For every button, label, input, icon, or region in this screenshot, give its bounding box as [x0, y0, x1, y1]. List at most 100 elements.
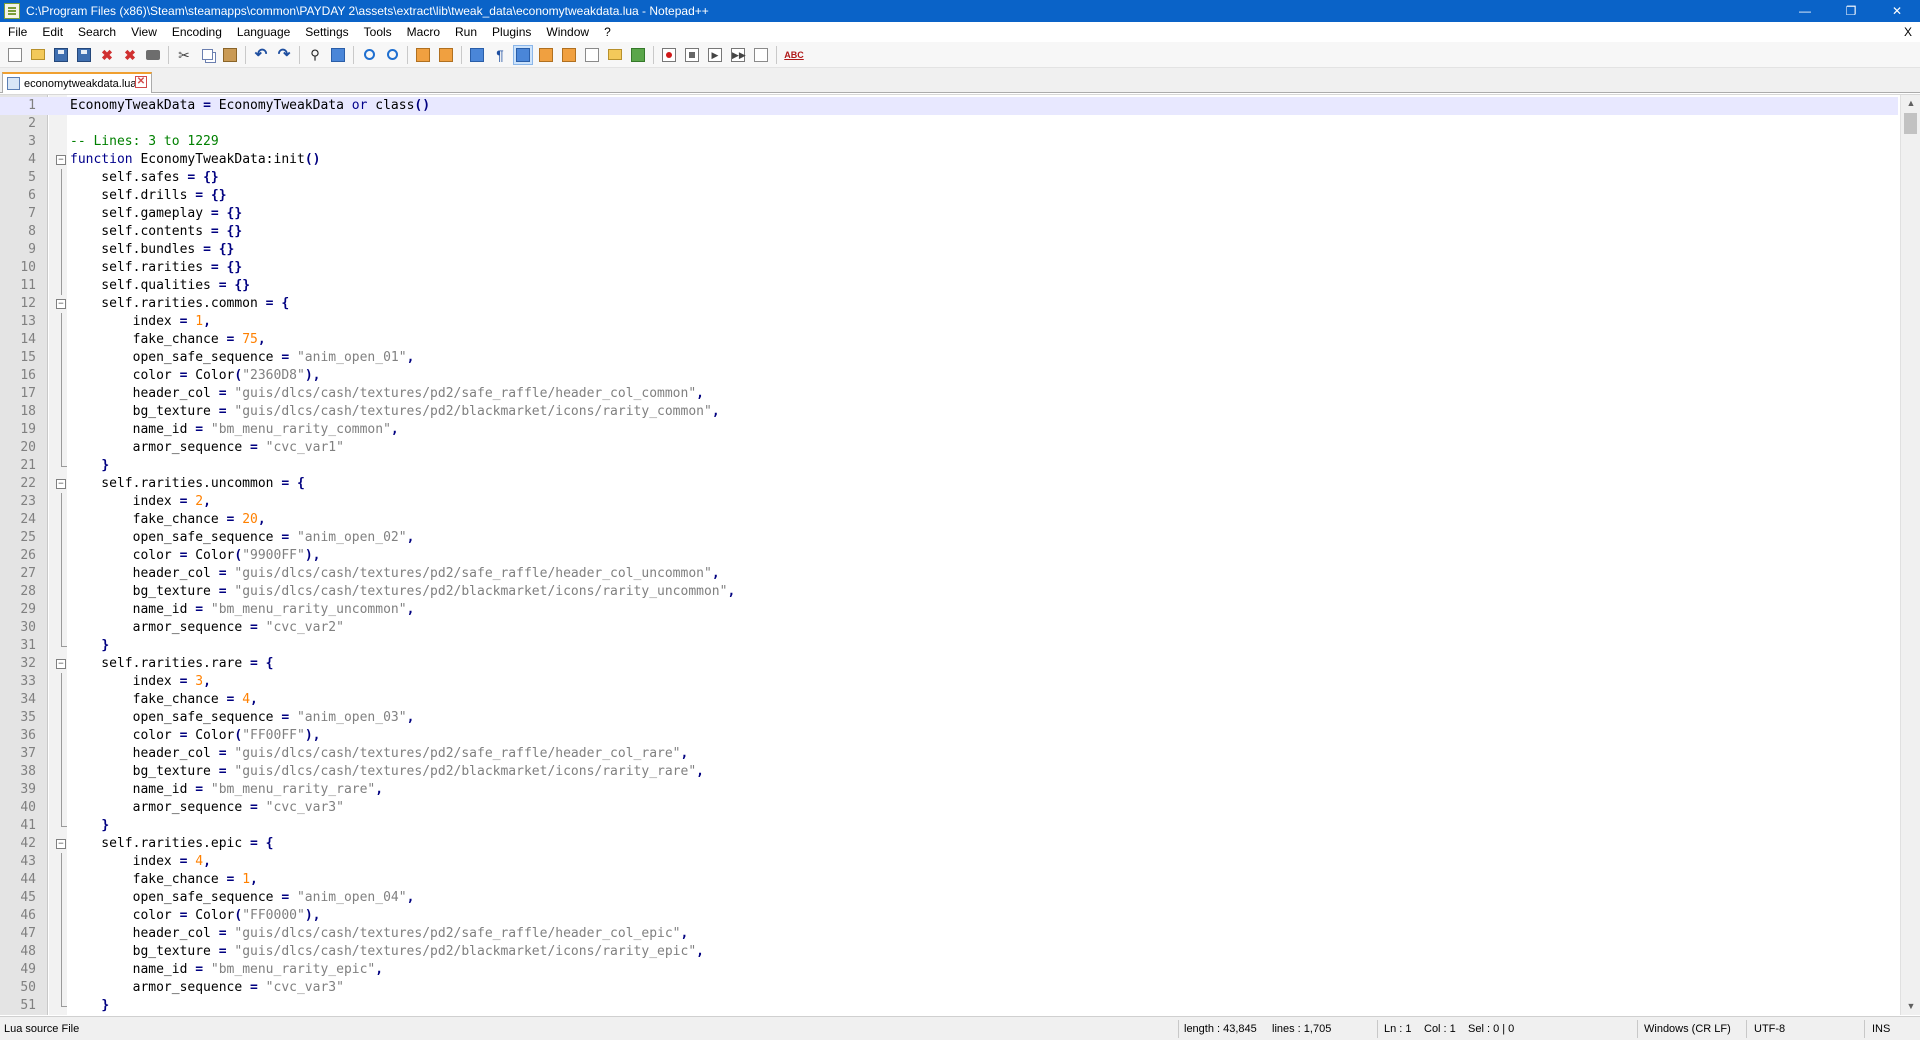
redo-button[interactable]: ↷ — [274, 45, 294, 65]
fold-toggle-icon[interactable]: − — [56, 299, 66, 309]
menu-macro[interactable]: Macro — [399, 22, 447, 42]
code-line[interactable]: 48 bg_texture = "guis/dlcs/cash/textures… — [0, 943, 1898, 961]
close-window-button[interactable]: ✕ — [1874, 0, 1920, 22]
open-file-button[interactable] — [28, 45, 48, 65]
replace-button[interactable] — [328, 45, 348, 65]
code-line[interactable]: 1 EconomyTweakData = EconomyTweakData or … — [0, 97, 1898, 115]
code-line[interactable]: 36 color = Color("FF00FF"), — [0, 727, 1898, 745]
close-document-button[interactable]: X — [1904, 22, 1912, 42]
show-all-characters-button[interactable]: ¶ — [490, 45, 510, 65]
vertical-scrollbar[interactable]: ▲ ▼ — [1900, 95, 1920, 1015]
code-line[interactable]: 38 bg_texture = "guis/dlcs/cash/textures… — [0, 763, 1898, 781]
code-line[interactable]: 16 color = Color("2360D8"), — [0, 367, 1898, 385]
restore-button[interactable]: ❐ — [1828, 0, 1874, 22]
menu-run[interactable]: Run — [447, 22, 484, 42]
code-line[interactable]: 14 fake_chance = 75, — [0, 331, 1898, 349]
indent-guide-button[interactable] — [513, 44, 533, 65]
menu-tools[interactable]: Tools — [356, 22, 399, 42]
menu-edit[interactable]: Edit — [34, 22, 70, 42]
code-line[interactable]: 17 header_col = "guis/dlcs/cash/textures… — [0, 385, 1898, 403]
close-button[interactable]: ✖ — [97, 45, 117, 65]
copy-button[interactable] — [197, 45, 217, 65]
save-all-button[interactable] — [74, 45, 94, 65]
sync-horizontal-button[interactable] — [436, 45, 456, 65]
find-button[interactable]: ⚲ — [305, 45, 325, 65]
code-line[interactable]: 43 index = 4, — [0, 853, 1898, 871]
code-line[interactable]: 13 index = 1, — [0, 313, 1898, 331]
word-wrap-button[interactable] — [467, 45, 487, 65]
menu-plugins[interactable]: Plugins — [484, 22, 538, 42]
code-line[interactable]: 28 bg_texture = "guis/dlcs/cash/textures… — [0, 583, 1898, 601]
tab-close-icon[interactable]: ✕ — [135, 76, 147, 88]
fold-toggle-icon[interactable]: − — [56, 155, 66, 165]
code-line[interactable]: 51 } — [0, 997, 1898, 1015]
code-line[interactable]: 8 self.contents = {} — [0, 223, 1898, 241]
code-line[interactable]: 3 -- Lines: 3 to 1229 — [0, 133, 1898, 151]
menu-file[interactable]: File — [0, 22, 34, 42]
code-line[interactable]: 42 − self.rarities.epic = { — [0, 835, 1898, 853]
record-macro-button[interactable] — [659, 45, 679, 65]
code-line[interactable]: 29 name_id = "bm_menu_rarity_uncommon", — [0, 601, 1898, 619]
function-list-button[interactable] — [582, 45, 602, 65]
code-line[interactable]: 32 − self.rarities.rare = { — [0, 655, 1898, 673]
minimize-button[interactable]: — — [1782, 0, 1828, 22]
code-line[interactable]: 49 name_id = "bm_menu_rarity_epic", — [0, 961, 1898, 979]
code-line[interactable]: 5 self.safes = {} — [0, 169, 1898, 187]
scroll-up-icon[interactable]: ▲ — [1901, 95, 1920, 112]
new-file-button[interactable] — [5, 45, 25, 65]
code-line[interactable]: 27 header_col = "guis/dlcs/cash/textures… — [0, 565, 1898, 583]
zoom-in-button[interactable] — [359, 45, 379, 65]
code-line[interactable]: 35 open_safe_sequence = "anim_open_03", — [0, 709, 1898, 727]
code-line[interactable]: 37 header_col = "guis/dlcs/cash/textures… — [0, 745, 1898, 763]
fold-toggle-icon[interactable]: − — [56, 659, 66, 669]
code-line[interactable]: 2 — [0, 115, 1898, 133]
code-area[interactable]: 1 EconomyTweakData = EconomyTweakData or … — [0, 97, 1898, 1015]
cut-button[interactable]: ✂ — [174, 45, 194, 65]
notepad-plus-plus-icon[interactable] — [4, 3, 20, 19]
code-line[interactable]: 11 self.qualities = {} — [0, 277, 1898, 295]
close-all-button[interactable]: ✖ — [120, 45, 140, 65]
code-line[interactable]: 39 name_id = "bm_menu_rarity_rare", — [0, 781, 1898, 799]
code-line[interactable]: 50 armor_sequence = "cvc_var3" — [0, 979, 1898, 997]
language-button[interactable] — [536, 45, 556, 65]
monitoring-button[interactable] — [628, 45, 648, 65]
paste-button[interactable] — [220, 45, 240, 65]
zoom-out-button[interactable] — [382, 45, 402, 65]
fold-toggle-icon[interactable]: − — [56, 479, 66, 489]
code-line[interactable]: 21 } — [0, 457, 1898, 475]
code-line[interactable]: 23 index = 2, — [0, 493, 1898, 511]
scroll-down-icon[interactable]: ▼ — [1901, 998, 1920, 1015]
folder-as-workspace-button[interactable] — [605, 45, 625, 65]
code-line[interactable]: 40 armor_sequence = "cvc_var3" — [0, 799, 1898, 817]
code-line[interactable]: 33 index = 3, — [0, 673, 1898, 691]
print-button[interactable] — [143, 45, 163, 65]
code-line[interactable]: 7 self.gameplay = {} — [0, 205, 1898, 223]
code-line[interactable]: 47 header_col = "guis/dlcs/cash/textures… — [0, 925, 1898, 943]
code-line[interactable]: 45 open_safe_sequence = "anim_open_04", — [0, 889, 1898, 907]
code-line[interactable]: 12 − self.rarities.common = { — [0, 295, 1898, 313]
menu-search[interactable]: Search — [70, 22, 123, 42]
scrollbar-thumb[interactable] — [1904, 113, 1917, 134]
menu-language[interactable]: Language — [229, 22, 297, 42]
code-line[interactable]: 4 − function EconomyTweakData:init() — [0, 151, 1898, 169]
menu-settings[interactable]: Settings — [297, 22, 355, 42]
spell-check-button[interactable]: ABC — [782, 45, 806, 65]
code-line[interactable]: 46 color = Color("FF0000"), — [0, 907, 1898, 925]
menu-encoding[interactable]: Encoding — [164, 22, 229, 42]
code-line[interactable]: 22 − self.rarities.uncommon = { — [0, 475, 1898, 493]
menu-help[interactable]: ? — [596, 22, 618, 42]
sync-vertical-button[interactable] — [413, 45, 433, 65]
code-line[interactable]: 26 color = Color("9900FF"), — [0, 547, 1898, 565]
document-map-button[interactable] — [559, 45, 579, 65]
run-macro-multiple-button[interactable]: ▶▶ — [728, 45, 748, 65]
code-line[interactable]: 44 fake_chance = 1, — [0, 871, 1898, 889]
editor[interactable]: 1 EconomyTweakData = EconomyTweakData or … — [0, 94, 1920, 1015]
stop-recording-button[interactable] — [682, 45, 702, 65]
menu-window[interactable]: Window — [538, 22, 596, 42]
save-button[interactable] — [51, 45, 71, 65]
code-line[interactable]: 9 self.bundles = {} — [0, 241, 1898, 259]
code-line[interactable]: 19 name_id = "bm_menu_rarity_common", — [0, 421, 1898, 439]
code-line[interactable]: 31 } — [0, 637, 1898, 655]
code-line[interactable]: 25 open_safe_sequence = "anim_open_02", — [0, 529, 1898, 547]
code-line[interactable]: 15 open_safe_sequence = "anim_open_01", — [0, 349, 1898, 367]
